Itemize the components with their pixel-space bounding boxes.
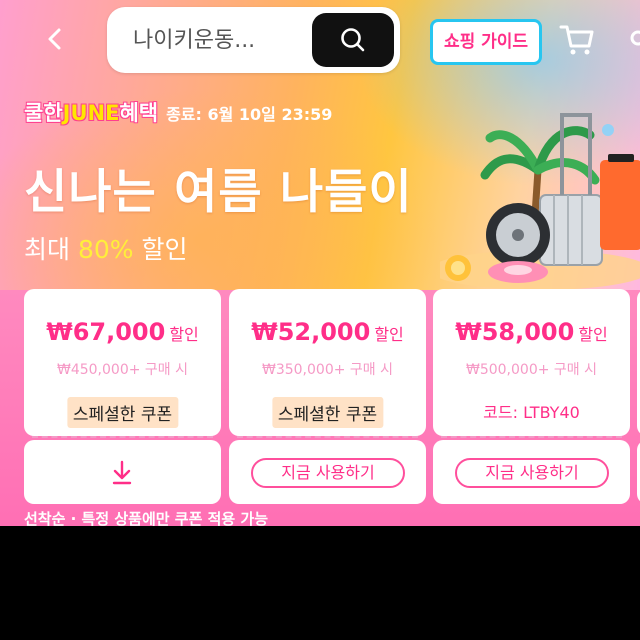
download-arrow-icon[interactable] [110, 458, 134, 486]
back-button[interactable] [38, 22, 72, 56]
shopping-guide-button[interactable]: 쇼핑 가이드 [430, 19, 542, 65]
amount-value: ₩58,000 [455, 318, 575, 346]
promo-end-time: 종료: 6월 10일 23:59 [166, 105, 333, 124]
amount-value: ₩52,000 [251, 318, 371, 346]
sub-percent: 80% [77, 235, 134, 264]
promo-prefix: 쿨한 [24, 101, 63, 125]
coupon-perforation [32, 436, 213, 438]
cart-button[interactable] [558, 20, 596, 58]
coupon-perforation [441, 436, 622, 438]
travel-illustration [440, 113, 640, 290]
more-icon [630, 30, 640, 46]
coupon-amount: ₩58,000 할인 [433, 318, 630, 346]
coupon-amount: ₩67,000 할인 [24, 318, 221, 346]
coupon-action [24, 440, 221, 504]
sub-prefix: 최대 [24, 235, 78, 264]
hero-subtitle: 최대 80% 할인 [24, 230, 187, 266]
more-button[interactable] [626, 20, 640, 58]
coupon-card: ₩67,000 할인 ₩450,000+ 구매 시 스페셜한 쿠폰 [24, 289, 221, 505]
coupon-notice: 선착순 · 특정 상품에만 쿠폰 적용 가능 [24, 510, 269, 526]
promo-june: JUNE [62, 101, 120, 125]
use-now-button[interactable]: 지금 사용하기 [455, 458, 609, 488]
coupon-code: 코드: LTBY40 [483, 403, 580, 422]
coupon-action: 지금 사용하기 [229, 440, 426, 504]
amount-unit: 할인 [374, 325, 404, 344]
coupon-perforation [237, 436, 418, 438]
use-now-button[interactable]: 지금 사용하기 [251, 458, 405, 488]
promo-screen: 쇼핑 가이드 쿨한JUNE혜택 종료: 6월 10일 23:59 신나는 여름 나… [0, 0, 640, 526]
search-box [107, 7, 400, 73]
promo-suffix: 혜택 [119, 101, 159, 125]
search-icon [341, 28, 365, 52]
search-input[interactable] [133, 21, 303, 59]
cart-icon [559, 25, 594, 55]
back-arrow-icon [48, 28, 61, 50]
hero-title: 신나는 여름 나들이 [24, 165, 413, 220]
coupon-amount: ₩52,000 할인 [229, 318, 426, 346]
coupon-tag: 스페셜한 쿠폰 [271, 397, 384, 428]
amount-unit: 할인 [169, 325, 199, 344]
sub-suffix: 할인 [133, 235, 188, 264]
coupon-min-purchase: ₩450,000+ 구매 시 [56, 362, 188, 378]
coupon-min-purchase: ₩500,000+ 구매 시 [465, 362, 597, 378]
coupon-min-purchase: ₩350,000+ 구매 시 [261, 362, 393, 378]
amount-unit: 할인 [578, 325, 608, 344]
coupon-body: ₩67,000 할인 ₩450,000+ 구매 시 스페셜한 쿠폰 [24, 289, 221, 436]
coupon-body: ₩58,000 할인 ₩500,000+ 구매 시 코드: LTBY40 [433, 289, 630, 436]
promo-name: 쿨한JUNE혜택 [24, 101, 158, 125]
amount-value: ₩67,000 [46, 318, 166, 346]
search-button[interactable] [312, 13, 394, 67]
coupon-card: ₩52,000 할인 ₩350,000+ 구매 시 스페셜한 쿠폰 지금 사용하기 [229, 289, 426, 505]
coupon-tag: 스페셜한 쿠폰 [66, 397, 179, 428]
coupon-body: ₩52,000 할인 ₩350,000+ 구매 시 스페셜한 쿠폰 [229, 289, 426, 436]
coupon-card: ₩58,000 할인 ₩500,000+ 구매 시 코드: LTBY40 지금 사… [433, 289, 630, 505]
promo-header: 쿨한JUNE혜택 종료: 6월 10일 23:59 [24, 97, 332, 127]
coupon-action: 지금 사용하기 [433, 440, 630, 504]
